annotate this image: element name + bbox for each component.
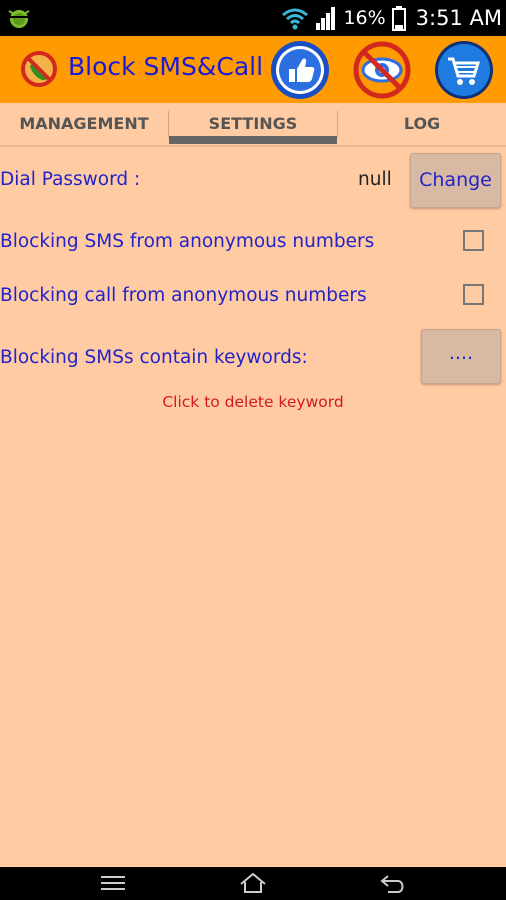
status-bar: 16% 3:51 AM xyxy=(0,0,506,36)
thumbs-up-icon[interactable] xyxy=(270,40,330,100)
clock: 3:51 AM xyxy=(415,6,502,30)
keywords-button[interactable]: .... xyxy=(421,329,501,384)
block-sms-anonymous-label[interactable]: Blocking SMS from anonymous numbers xyxy=(0,231,374,252)
home-icon[interactable] xyxy=(238,870,268,896)
navigation-bar xyxy=(0,867,506,900)
shopping-cart-icon[interactable] xyxy=(434,40,494,100)
app-title: Block SMS&Call xyxy=(68,52,264,81)
dial-password-value: null xyxy=(358,169,392,190)
signal-icon xyxy=(316,7,336,30)
block-call-anonymous-label[interactable]: Blocking call from anonymous numbers xyxy=(0,285,367,306)
block-call-anonymous-checkbox[interactable] xyxy=(463,284,484,305)
keywords-label: Blocking SMSs contain keywords: xyxy=(0,347,308,368)
tab-management[interactable]: MANAGEMENT xyxy=(0,103,168,145)
back-icon[interactable] xyxy=(378,870,408,896)
battery-percent: 16% xyxy=(343,7,386,29)
dial-password-label: Dial Password : xyxy=(0,169,141,190)
block-sms-anonymous-checkbox[interactable] xyxy=(463,230,484,251)
battery-icon xyxy=(391,6,406,31)
menu-icon[interactable] xyxy=(98,870,128,896)
tab-log[interactable]: LOG xyxy=(338,103,506,145)
wifi-icon xyxy=(282,8,309,30)
privacy-eye-icon[interactable] xyxy=(352,40,412,100)
debug-bug-icon xyxy=(8,10,30,28)
settings-content: MANAGEMENT SETTINGS LOG Dial Password : … xyxy=(0,103,506,867)
tab-bar: MANAGEMENT SETTINGS LOG xyxy=(0,103,506,147)
app-logo-icon xyxy=(21,51,57,87)
change-password-button[interactable]: Change xyxy=(410,153,501,208)
app-header: Block SMS&Call xyxy=(0,36,506,103)
keyword-hint[interactable]: Click to delete keyword xyxy=(0,393,506,411)
tab-selected-indicator xyxy=(169,136,337,144)
